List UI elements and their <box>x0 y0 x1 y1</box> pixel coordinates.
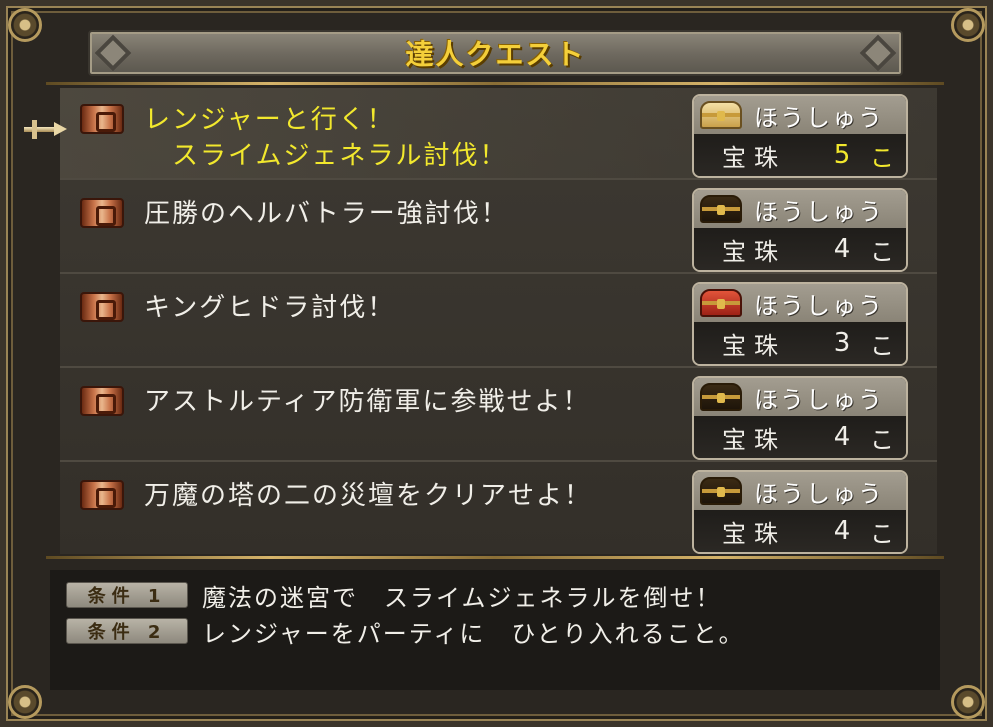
reward-box: ほうしゅう 宝珠 4 こ <box>692 470 908 554</box>
dark-chest-icon <box>700 195 742 223</box>
reward-count: 4 <box>833 516 851 546</box>
reward-box: ほうしゅう 宝珠 5 こ <box>692 94 908 178</box>
selection-cursor-icon <box>24 118 68 140</box>
corner-ornament-icon <box>8 685 42 719</box>
red-chest-icon <box>700 289 742 317</box>
quest-name: 圧勝のヘルバトラー強討伐！ <box>144 199 509 229</box>
reward-item-name: 宝珠 <box>722 331 786 360</box>
quest-scroll-icon <box>80 386 124 416</box>
reward-box: ほうしゅう 宝珠 4 こ <box>692 376 908 460</box>
condition-badge: 条件 2 <box>66 618 188 644</box>
reward-item-name: 宝珠 <box>722 425 786 454</box>
reward-item-name: 宝珠 <box>722 519 786 548</box>
reward-unit: こ <box>870 519 894 548</box>
reward-unit: こ <box>870 425 894 454</box>
reward-detail: 宝珠 4 こ <box>694 510 906 552</box>
divider <box>46 82 944 85</box>
reward-box: ほうしゅう 宝珠 4 こ <box>692 188 908 272</box>
quest-row[interactable]: キングヒドラ討伐！ ほうしゅう 宝珠 3 こ <box>60 276 937 368</box>
quest-row[interactable]: 万魔の塔の二の災壇をクリアせよ！ ほうしゅう 宝珠 4 こ <box>60 464 937 556</box>
reward-count: 3 <box>833 328 851 358</box>
reward-count: 4 <box>833 422 851 452</box>
reward-item-name: 宝珠 <box>722 237 786 266</box>
title-bar: 達人クエスト <box>88 30 903 76</box>
quest-scroll-icon <box>80 104 124 134</box>
corner-ornament-icon <box>951 685 985 719</box>
reward-header-label: ほうしゅう <box>754 479 884 508</box>
quest-row[interactable]: アストルティア防衛軍に参戦せよ！ ほうしゅう 宝珠 4 こ <box>60 370 937 462</box>
condition-text: 魔法の迷宮で スライムジェネラルを倒せ！ <box>202 583 722 612</box>
divider <box>46 556 944 559</box>
condition-text: レンジャーをパーティに ひとり入れること。 <box>202 619 745 648</box>
condition-row: 条件 1 魔法の迷宮で スライムジェネラルを倒せ！ <box>66 580 722 612</box>
reward-detail: 宝珠 4 こ <box>694 416 906 458</box>
reward-count: 4 <box>833 234 851 264</box>
reward-header-label: ほうしゅう <box>754 385 884 414</box>
dark-chest-icon <box>700 383 742 411</box>
quest-scroll-icon <box>80 480 124 510</box>
corner-ornament-icon <box>8 8 42 42</box>
reward-header: ほうしゅう <box>694 190 906 228</box>
quest-name: レンジャーと行く！ スライムジェネラル討伐！ <box>144 105 508 171</box>
reward-header: ほうしゅう <box>694 284 906 322</box>
quest-row[interactable]: レンジャーと行く！ スライムジェネラル討伐！ ほうしゅう 宝珠 5 こ <box>60 88 937 180</box>
reward-item-name: 宝珠 <box>722 143 786 172</box>
quest-scroll-icon <box>80 292 124 322</box>
title-ornament-icon <box>859 34 897 72</box>
reward-header-label: ほうしゅう <box>754 291 884 320</box>
reward-detail: 宝珠 4 こ <box>694 228 906 270</box>
reward-unit: こ <box>870 331 894 360</box>
quest-scroll-icon <box>80 198 124 228</box>
quest-name: 万魔の塔の二の災壇をクリアせよ！ <box>144 481 593 511</box>
reward-box: ほうしゅう 宝珠 3 こ <box>692 282 908 366</box>
corner-ornament-icon <box>951 8 985 42</box>
gold-chest-icon <box>700 101 742 129</box>
reward-header: ほうしゅう <box>694 472 906 510</box>
quest-name: キングヒドラ討伐！ <box>144 293 396 323</box>
reward-count: 5 <box>833 140 851 170</box>
reward-unit: こ <box>870 143 894 172</box>
reward-header-label: ほうしゅう <box>754 103 884 132</box>
condition-row: 条件 2 レンジャーをパーティに ひとり入れること。 <box>66 616 745 648</box>
reward-detail: 宝珠 3 こ <box>694 322 906 364</box>
quest-name: アストルティア防衛軍に参戦せよ！ <box>144 387 591 417</box>
dark-chest-icon <box>700 477 742 505</box>
reward-detail: 宝珠 5 こ <box>694 134 906 176</box>
reward-header: ほうしゅう <box>694 378 906 416</box>
reward-header: ほうしゅう <box>694 96 906 134</box>
window-title: 達人クエスト <box>405 38 586 71</box>
quest-row[interactable]: 圧勝のヘルバトラー強討伐！ ほうしゅう 宝珠 4 こ <box>60 182 937 274</box>
quest-list: レンジャーと行く！ スライムジェネラル討伐！ ほうしゅう 宝珠 5 こ 圧勝のヘ… <box>60 88 937 554</box>
title-ornament-icon <box>94 34 132 72</box>
reward-unit: こ <box>870 237 894 266</box>
condition-badge: 条件 1 <box>66 582 188 608</box>
reward-header-label: ほうしゅう <box>754 197 884 226</box>
conditions-panel: 条件 1 魔法の迷宮で スライムジェネラルを倒せ！ 条件 2 レンジャーをパーテ… <box>50 570 940 690</box>
